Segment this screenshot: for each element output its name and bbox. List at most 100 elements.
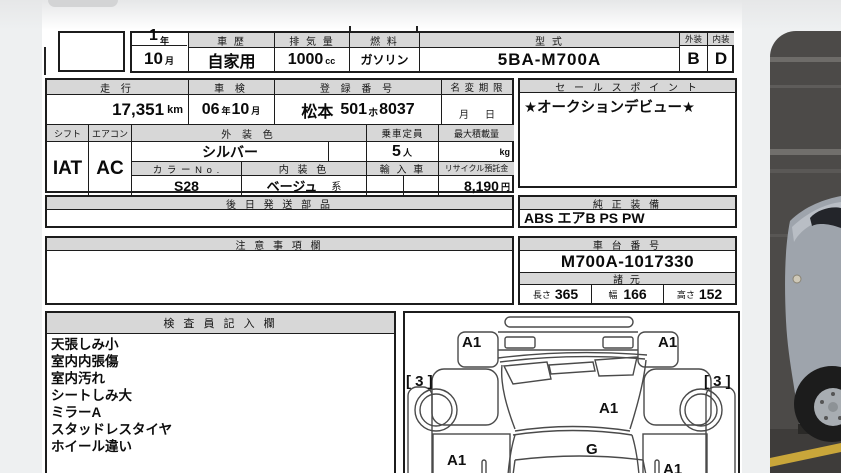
history-header: 車 歴 (189, 33, 275, 48)
windshield-right-edge (631, 434, 640, 473)
inspector-item: ミラーA (51, 405, 102, 420)
capacity-unit: 人 (402, 148, 412, 158)
interior-color-value: ベージュ 系 (242, 176, 367, 195)
left-wheel (414, 388, 458, 432)
right-door-handle (654, 459, 660, 473)
diagram-label-glass: G (586, 441, 598, 458)
left-quarter-panel (431, 368, 499, 426)
exterior-grade-header: 外装 (680, 33, 708, 46)
diagram-label-hood: A1 (599, 400, 618, 417)
import-value (367, 176, 439, 195)
shaken-month-unit: 月 (251, 106, 261, 116)
color-no-value: S28 (132, 176, 242, 195)
height-label: 高さ (676, 289, 695, 300)
fuel-header: 燃 料 (350, 33, 420, 48)
roof-line (512, 455, 647, 473)
capacity-value: 5 人 (367, 142, 439, 162)
recycle-unit: 円 (500, 182, 510, 192)
diagram-label-bracket-left: [ 3 ] (406, 373, 433, 390)
notes-header: 注 意 事 項 欄 (47, 238, 512, 251)
recycle-amount: 8,190 (463, 177, 499, 194)
car-top-view-diagram: A1 A1 [ 3 ] [ 3 ] A1 G A1 A1 (406, 316, 736, 473)
mileage-unit: km (167, 103, 183, 116)
shaken-header: 車 検 (189, 80, 275, 95)
mileage-number: 17,351 (112, 99, 165, 119)
inspector-item: スタッドレスタイヤ (51, 422, 173, 437)
scrollbar-thumb[interactable] (48, 0, 118, 7)
inspector-block: 検 査 員 記 入 欄 天張しみ小 室内内張傷 室内汚れ シートしみ大 ミラーA… (45, 311, 396, 473)
recycle-value: 8,190 円 (439, 176, 514, 195)
import-header: 輸 入 車 (367, 162, 439, 176)
length-label: 長さ (532, 289, 551, 300)
capacity-number: 5 (392, 142, 401, 160)
interior-grade-header: 内装 (708, 33, 734, 46)
registration-kana: ホ (368, 107, 379, 119)
right-glass (594, 356, 638, 377)
year-month-cell: 1 年 10 月 (132, 27, 189, 71)
inspector-item: 室内汚れ (51, 371, 105, 386)
vehicle-photo[interactable] (770, 31, 841, 473)
center-glass (548, 361, 596, 375)
mileage-header: 走 行 (47, 80, 189, 95)
inspector-item: ホイール違い (51, 439, 132, 454)
shift-header: シフト (47, 125, 89, 142)
top-row-strip: 1 年 10 月 車 歴 自家用 排 気 量 1000 cc 燃 料 ガソリン … (130, 27, 734, 73)
max-load-value: kg (439, 142, 514, 162)
registration-value: 松本 501 ホ 8037 (275, 95, 442, 125)
width-cell: 幅 166 (592, 285, 664, 303)
wall-streak (770, 169, 841, 173)
registration-class: 501 (340, 100, 368, 118)
notes-block: 注 意 事 項 欄 (45, 236, 514, 305)
left-door-handle (481, 459, 487, 473)
name-change-header: 名 変 期 限 (442, 80, 512, 95)
year-unit: 年 (159, 35, 169, 46)
top-empty-box (58, 31, 125, 72)
inspector-item: 天張しみ小 (51, 337, 119, 352)
capacity-header: 乗車定員 (367, 125, 439, 142)
import-divider (403, 176, 405, 195)
width-value: 166 (623, 286, 647, 302)
right-quarter-panel (643, 368, 712, 426)
interior-color-suffix: 系 (331, 182, 342, 193)
diagram-label-door-right: A1 (663, 461, 682, 473)
equipment-header: 純 正 装 備 (520, 197, 735, 210)
left-glass (502, 361, 552, 385)
color-no-header: カ ラ ー N o . (132, 162, 242, 176)
displacement-unit: cc (325, 55, 336, 66)
displacement-number: 1000 (287, 50, 324, 68)
main-info-block: 走 行 車 検 登 録 番 号 名 変 期 限 17,351 km 06 年 1… (45, 78, 514, 195)
later-parts-header: 後 日 発 送 部 品 (47, 197, 512, 210)
front-panel-lines (498, 331, 638, 351)
shaken-month: 10 (231, 100, 250, 118)
inspector-list: 天張しみ小 室内内張傷 室内汚れ シートしみ大 ミラーA スタッドレスタイヤ ホ… (47, 334, 394, 473)
registration-number: 8037 (379, 100, 415, 118)
specs-header: 諸 元 (520, 273, 735, 285)
recycle-header: リサイクル預託金 (439, 162, 514, 176)
name-change-value: 月 日 (442, 95, 512, 125)
shaken-value: 06 年 10 月 (189, 95, 275, 125)
sales-point-block: セ ー ル ス ポ イ ン ト ★オークションデビュー★ (518, 78, 737, 188)
diagram-label-bracket-right: [ 3 ] (704, 373, 731, 390)
registration-header: 登 録 番 号 (275, 80, 442, 95)
max-load-unit: kg (499, 146, 510, 157)
interior-color-name: ベージュ (266, 179, 318, 194)
fender-badge (792, 274, 802, 284)
registration-area: 松本 (301, 103, 334, 121)
width-label: 幅 (608, 289, 618, 300)
vehicle-photo-image (770, 31, 841, 473)
month-value: 10 (144, 49, 163, 68)
mileage-value: 17,351 km (47, 95, 189, 125)
year-cell: 1 年 (132, 27, 187, 46)
inspector-header: 検 査 員 記 入 欄 (47, 313, 394, 334)
hood-bottom-arc-2 (512, 429, 633, 436)
height-cell: 高さ 152 (664, 285, 735, 303)
sales-point-header: セ ー ル ス ポ イ ン ト (520, 80, 735, 93)
right-wheel-inner (684, 393, 718, 427)
chassis-value: M700A-1017330 (520, 251, 735, 273)
aircon-value: AC (89, 142, 132, 195)
wall-streak (770, 57, 841, 62)
length-cell: 長さ 365 (520, 285, 592, 303)
front-bumper-bar (504, 316, 634, 328)
diagram-label-front-right: A1 (658, 334, 677, 351)
month-cell: 10 月 (132, 47, 187, 71)
